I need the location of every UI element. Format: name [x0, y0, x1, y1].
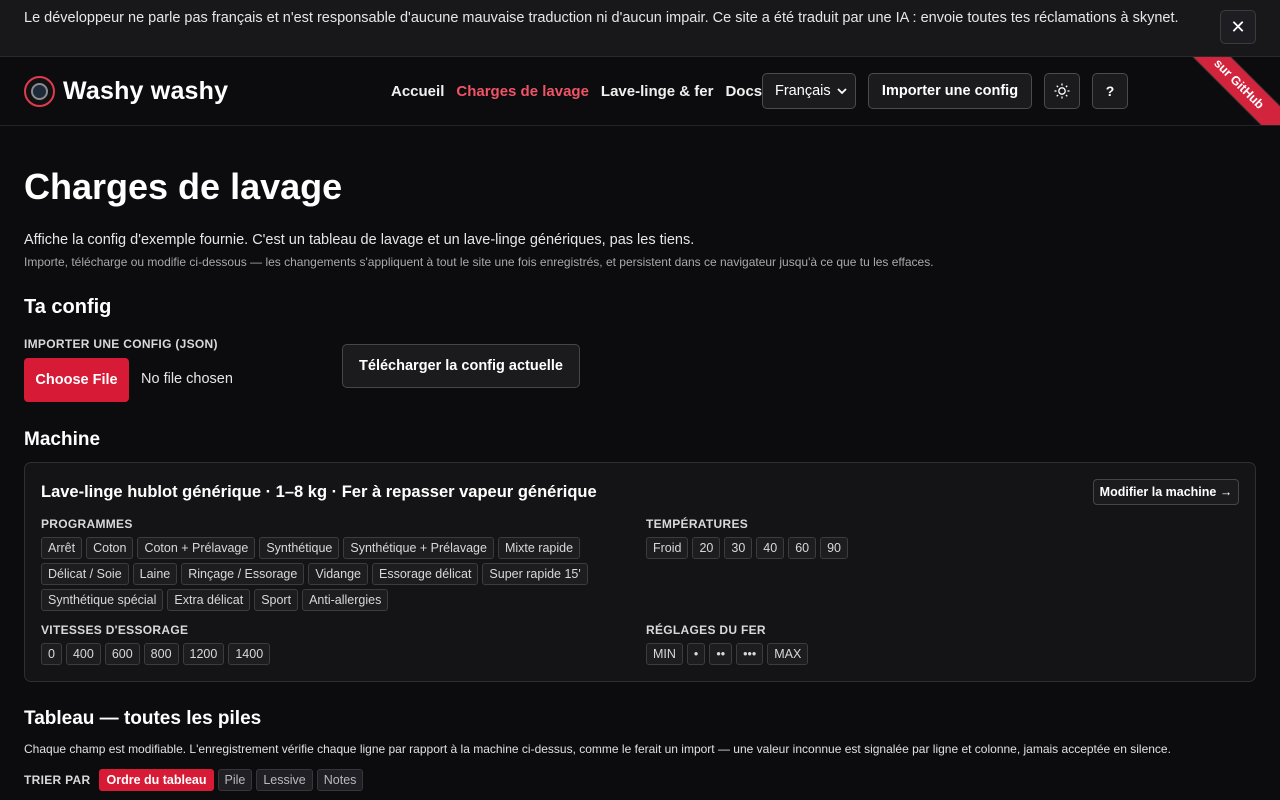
temperature-chip: Froid — [646, 537, 689, 559]
nav-link[interactable]: Lave-linge & fer — [601, 83, 714, 100]
programs-label: PROGRAMMES — [41, 517, 133, 531]
temperature-chip: 40 — [756, 537, 785, 559]
sort-controls: TRIER PAR Ordre du tableau Pile Lessive Not… — [24, 769, 364, 791]
banner-text: Le développeur ne parle pas français et … — [24, 10, 1179, 26]
temperature-chip: 30 — [724, 537, 753, 559]
language-select[interactable]: Français — [762, 73, 856, 109]
iron-setting-chip: MAX — [767, 643, 809, 665]
intro-subtext: Importe, télécharge ou modifie ci-dessou… — [24, 255, 934, 269]
brand[interactable]: Washy washy — [24, 75, 229, 107]
program-chip: Synthétique spécial — [41, 589, 164, 611]
sort-option-button[interactable]: Notes — [316, 769, 364, 791]
nav-link[interactable]: Accueil — [391, 83, 444, 100]
sort-option-button[interactable]: Pile — [217, 769, 253, 791]
chevron-down-icon — [837, 88, 847, 95]
programs-list: Arrêt Coton Coton + Prélavage Synthétique Sy… — [41, 537, 611, 611]
program-chip: Coton + Prélavage — [137, 537, 256, 559]
sun-icon — [1054, 83, 1070, 99]
temperature-chip: 60 — [788, 537, 817, 559]
spin-speeds-list: 0 400 600 800 1200 1400 — [41, 643, 611, 665]
program-chip: Vidange — [308, 563, 368, 585]
sort-option-button[interactable]: Lessive — [256, 769, 313, 791]
close-icon[interactable]: ✕ — [1220, 10, 1256, 44]
nav-link[interactable]: Charges de lavage — [456, 83, 589, 100]
spin-speed-chip: 600 — [104, 643, 140, 665]
help-button[interactable]: ? — [1092, 73, 1128, 109]
intro-text: Affiche la config d'exemple fournie. C'e… — [24, 232, 695, 248]
translation-banner: Le développeur ne parle pas français et … — [0, 0, 1280, 57]
sort-option-button[interactable]: Ordre du tableau — [99, 769, 214, 791]
temperatures-label: TEMPÉRATURES — [646, 517, 749, 531]
iron-settings-list: MIN • •• ••• MAX — [646, 643, 1226, 665]
machine-title: Lave-linge hublot générique · 1–8 kg · F… — [41, 483, 597, 501]
washing-machine-logo-icon — [24, 75, 55, 107]
file-status: No file chosen — [141, 371, 233, 387]
github-ribbon[interactable]: sur GitHub — [1169, 57, 1280, 125]
config-heading: Ta config — [24, 296, 112, 318]
program-chip: Mixte rapide — [497, 537, 581, 559]
spin-speeds-label: VITESSES D'ESSORAGE — [41, 623, 189, 637]
spin-speed-chip: 1400 — [228, 643, 271, 665]
sort-label: TRIER PAR — [24, 773, 91, 787]
program-chip: Synthétique + Prélavage — [343, 537, 494, 559]
nav-link[interactable]: Docs — [725, 83, 762, 100]
language-select-value: Français — [775, 83, 831, 99]
temperature-chip: 90 — [820, 537, 849, 559]
iron-settings-label: RÉGLAGES DU FER — [646, 623, 766, 637]
site-header: Washy washy Accueil Charges de lavage Lave… — [0, 57, 1280, 126]
spin-speed-chip: 800 — [143, 643, 179, 665]
program-chip: Arrêt — [41, 537, 83, 559]
program-chip: Extra délicat — [167, 589, 251, 611]
import-config-label: IMPORTER UNE CONFIG (JSON) — [24, 337, 218, 351]
machine-heading: Machine — [24, 429, 101, 450]
temperature-chip: 20 — [692, 537, 721, 559]
program-chip: Super rapide 15' — [482, 563, 588, 585]
temperatures-list: Froid 20 30 40 60 90 — [646, 537, 1226, 559]
program-chip: Délicat / Soie — [41, 563, 129, 585]
program-chip: Laine — [132, 563, 178, 585]
download-config-button[interactable]: Télécharger la config actuelle — [342, 344, 580, 388]
program-chip: Sport — [254, 589, 299, 611]
program-chip: Synthétique — [259, 537, 340, 559]
table-heading: Tableau — toutes les piles — [24, 708, 262, 729]
machine-card: Lave-linge hublot générique · 1–8 kg · F… — [24, 462, 1256, 682]
theme-toggle-button[interactable] — [1044, 73, 1080, 109]
program-chip: Coton — [86, 537, 134, 559]
iron-setting-chip: •• — [709, 643, 733, 665]
program-chip: Essorage délicat — [372, 563, 479, 585]
choose-file-button[interactable]: Choose File — [24, 358, 129, 402]
iron-setting-chip: MIN — [646, 643, 683, 665]
iron-setting-chip: ••• — [736, 643, 764, 665]
spin-speed-chip: 400 — [65, 643, 101, 665]
program-chip: Rinçage / Essorage — [181, 563, 305, 585]
brand-name: Washy washy — [63, 76, 229, 105]
edit-machine-button[interactable]: Modifier la machine → — [1093, 479, 1239, 505]
table-description: Chaque champ est modifiable. L'enregistr… — [24, 742, 1171, 756]
page-title: Charges de lavage — [24, 166, 343, 207]
iron-setting-chip: • — [686, 643, 706, 665]
spin-speed-chip: 1200 — [182, 643, 225, 665]
program-chip: Anti-allergies — [302, 589, 389, 611]
import-config-button[interactable]: Importer une config — [868, 73, 1032, 109]
spin-speed-chip: 0 — [41, 643, 62, 665]
main-nav: Accueil Charges de lavage Lave-linge & fer… — [391, 57, 762, 125]
